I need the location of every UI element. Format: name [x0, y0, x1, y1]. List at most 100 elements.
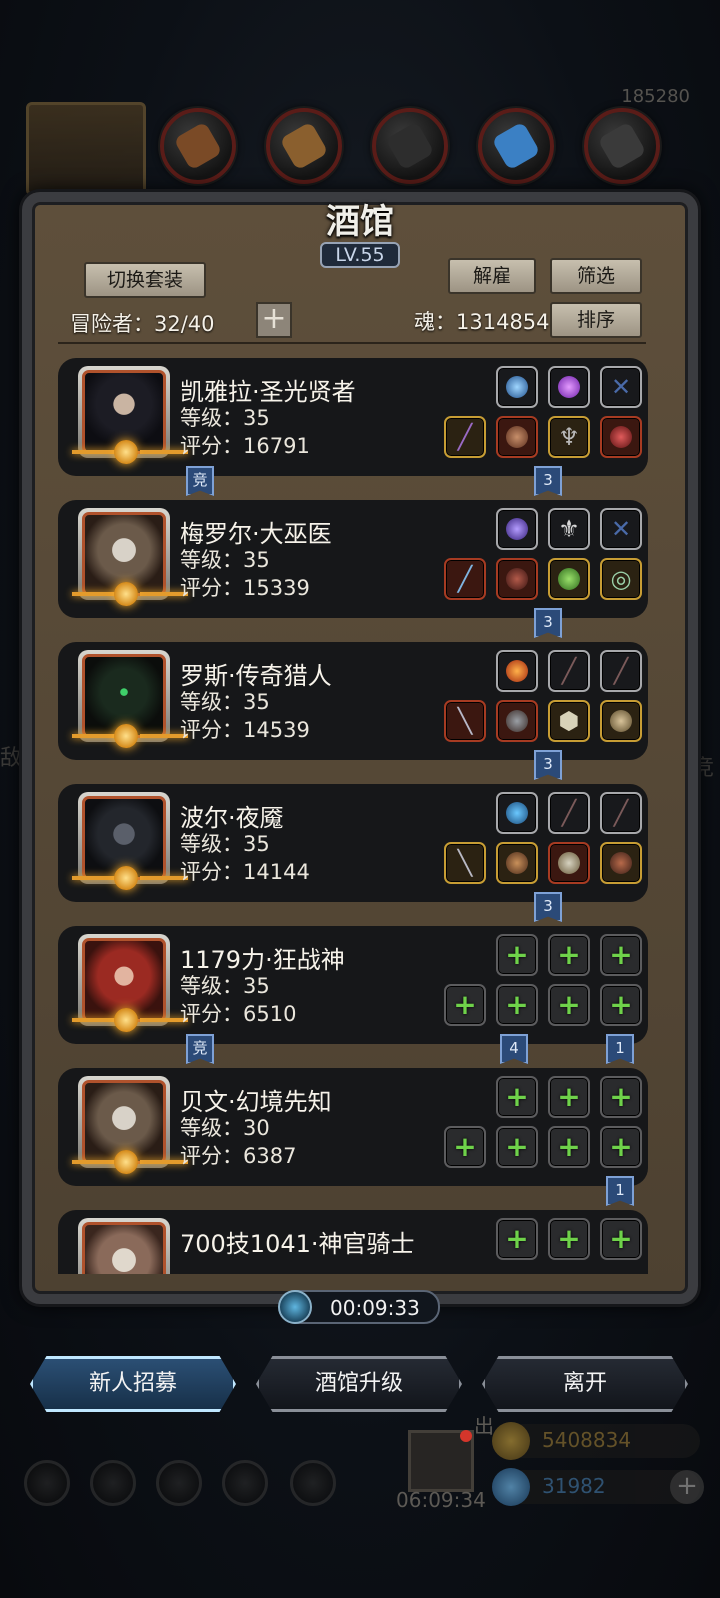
ring-icon[interactable] — [600, 416, 642, 458]
armor-icon[interactable] — [496, 416, 538, 458]
dismiss-button[interactable]: 解雇 — [448, 258, 536, 294]
hero-card[interactable]: 波尔·夜魇 等级：35 评分：14144 ╱ ╱ ╲ — [58, 784, 648, 902]
feather-icon[interactable]: ╱ — [548, 650, 590, 692]
dock-icon-2[interactable] — [90, 1460, 136, 1506]
hero-card[interactable]: 凯雅拉·圣光贤者 等级：35 评分：16791 ✕ ╱ ♆ — [58, 358, 648, 476]
fire-orb-icon[interactable] — [496, 650, 538, 692]
hero-tab-portrait[interactable] — [26, 102, 146, 196]
add-equip-icon[interactable]: + — [548, 1126, 590, 1168]
gem-icon — [492, 1468, 530, 1506]
orb-slot-icon[interactable] — [496, 366, 538, 408]
clock-icon — [278, 1290, 312, 1324]
rank-medal-icon — [114, 582, 138, 606]
gold-value: 5408834 — [542, 1428, 632, 1452]
hero-list[interactable]: 凯雅拉·圣光贤者 等级：35 评分：16791 ✕ ╱ ♆ 竞 3 梅罗尔·大巫… — [58, 358, 648, 1274]
mask-icon[interactable]: ⬢ — [548, 700, 590, 742]
dock-icon-3[interactable] — [156, 1460, 202, 1506]
level-badge: LV.55 — [320, 242, 400, 268]
add-equip-icon[interactable]: + — [548, 934, 590, 976]
rune-slot-icon[interactable]: ✕ — [600, 366, 642, 408]
add-equip-icon[interactable]: + — [548, 1218, 590, 1260]
add-equip-icon[interactable]: + — [600, 934, 642, 976]
filter-button[interactable]: 筛选 — [550, 258, 642, 294]
hero-card[interactable]: 梅罗尔·大巫医 等级：35 评分：15339 ⚜ ✕ ╱ ◎ — [58, 500, 648, 618]
hero-score: 评分：14144 — [180, 860, 310, 884]
upgrade-tavern-button[interactable]: 酒馆升级 — [256, 1356, 462, 1412]
hero-score: 评分：6510 — [180, 1002, 297, 1026]
feather-icon[interactable]: ╱ — [600, 792, 642, 834]
hero-card[interactable]: 贝文·幻境先知 等级：30 评分：6387 + + + + + + + — [58, 1068, 648, 1186]
bracelet-icon[interactable]: ◎ — [600, 558, 642, 600]
hero-score: 评分：15339 — [180, 576, 310, 600]
page-title: 酒馆 — [326, 202, 394, 242]
armor-icon[interactable] — [496, 842, 538, 884]
add-equip-icon[interactable]: + — [600, 984, 642, 1026]
add-equip-icon[interactable]: + — [600, 1218, 642, 1260]
count-tag: 3 — [534, 466, 562, 496]
rank-medal-icon — [114, 724, 138, 748]
add-equip-icon[interactable]: + — [496, 984, 538, 1026]
switch-set-button[interactable]: 切换套装 — [84, 262, 206, 298]
feather-icon[interactable]: ╱ — [600, 650, 642, 692]
hero-level: 等级：35 — [180, 974, 270, 998]
arena-tag: 竞 — [186, 466, 214, 496]
count-tag: 3 — [534, 892, 562, 922]
add-equip-icon[interactable]: + — [496, 1218, 538, 1260]
top-right-number: 185280 — [621, 86, 690, 107]
side-text-left: 敌 — [0, 746, 23, 771]
rune-slot-icon[interactable]: ✕ — [600, 508, 642, 550]
sort-button[interactable]: 排序 — [550, 302, 642, 338]
add-equip-icon[interactable]: + — [444, 1126, 486, 1168]
hero-level: 等级：35 — [180, 832, 270, 856]
hero-card[interactable]: 罗斯·传奇猎人 等级：35 评分：14539 ╱ ╱ ╲ ⬢ — [58, 642, 648, 760]
add-currency-button[interactable]: + — [670, 1470, 704, 1504]
notification-dot — [460, 1430, 472, 1442]
add-equip-icon[interactable]: + — [600, 1076, 642, 1118]
divider — [58, 342, 646, 344]
add-slot-button[interactable]: + — [256, 302, 292, 338]
rank-medal-icon — [114, 440, 138, 464]
hero-name: 700技1041·神官骑士 — [180, 1230, 415, 1258]
add-equip-icon[interactable]: + — [496, 1126, 538, 1168]
gem-purple-icon[interactable] — [548, 366, 590, 408]
orb-gold-icon[interactable] — [600, 700, 642, 742]
tab-crystal-icon[interactable] — [478, 108, 554, 184]
arena-tag: 竞 — [186, 1034, 214, 1064]
wand-icon[interactable]: ╱ — [444, 558, 486, 600]
amulet-icon[interactable]: ♆ — [548, 416, 590, 458]
equipment-tabs — [18, 102, 702, 196]
bow-icon[interactable]: ╲ — [444, 700, 486, 742]
add-equip-icon[interactable]: + — [548, 984, 590, 1026]
hero-card[interactable]: 700技1041·神官骑士 + + + — [58, 1210, 648, 1274]
leave-button[interactable]: 离开 — [482, 1356, 688, 1412]
tab-leather-icon[interactable] — [160, 108, 236, 184]
count-tag: 3 — [534, 750, 562, 780]
add-equip-icon[interactable]: + — [548, 1076, 590, 1118]
tab-iron-icon[interactable] — [372, 108, 448, 184]
robe-icon[interactable] — [496, 558, 538, 600]
gauntlet-icon[interactable] — [600, 842, 642, 884]
potion-icon[interactable] — [548, 558, 590, 600]
add-equip-icon[interactable]: + — [444, 984, 486, 1026]
timer-text: 00:09:33 — [330, 1296, 420, 1320]
sigil-icon[interactable]: ⚜ — [548, 508, 590, 550]
hero-card[interactable]: 1179力·狂战神 等级：35 评分：6510 + + + + + + + — [58, 926, 648, 1044]
adventurer-count: 冒险者：32/40 — [70, 312, 215, 336]
water-orb-icon[interactable] — [496, 792, 538, 834]
staff-icon[interactable]: ╱ — [444, 416, 486, 458]
add-equip-icon[interactable]: + — [496, 1076, 538, 1118]
soul-count: 魂：1314854 — [414, 310, 550, 334]
dock-icon-1[interactable] — [24, 1460, 70, 1506]
helmet-icon[interactable] — [548, 842, 590, 884]
tab-metal-icon[interactable] — [584, 108, 660, 184]
orb-purple-icon[interactable] — [496, 508, 538, 550]
armor-icon[interactable] — [496, 700, 538, 742]
feather-icon[interactable]: ╱ — [548, 792, 590, 834]
dock-icon-4[interactable] — [222, 1460, 268, 1506]
tab-wood-icon[interactable] — [266, 108, 342, 184]
dock-icon-5[interactable] — [290, 1460, 336, 1506]
add-equip-icon[interactable]: + — [600, 1126, 642, 1168]
recruit-button[interactable]: 新人招募 — [30, 1356, 236, 1412]
spear-icon[interactable]: ╲ — [444, 842, 486, 884]
add-equip-icon[interactable]: + — [496, 934, 538, 976]
